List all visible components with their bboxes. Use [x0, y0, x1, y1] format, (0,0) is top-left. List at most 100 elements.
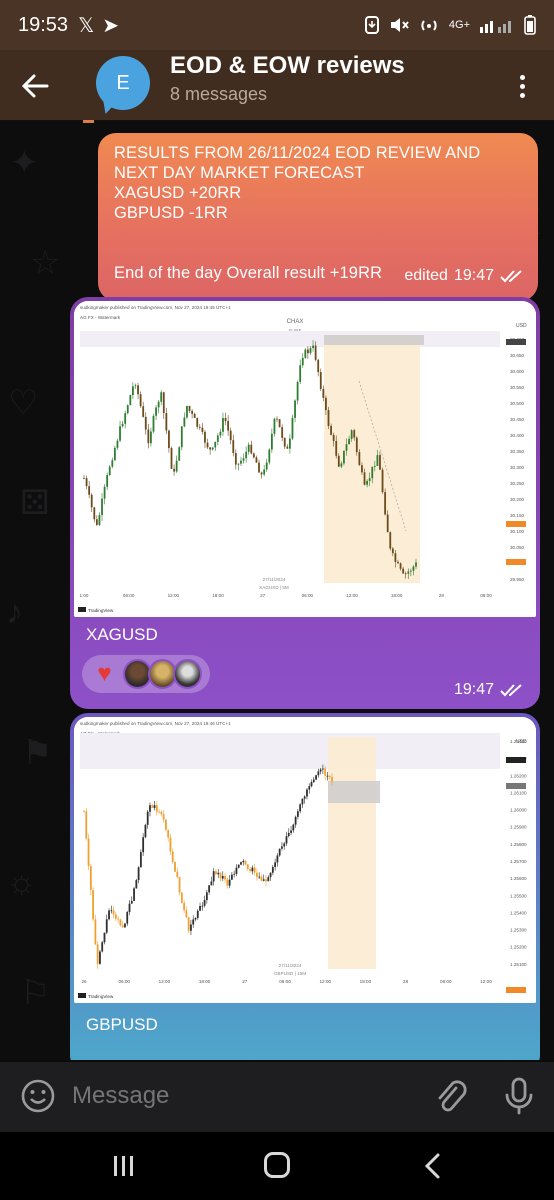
chart-x-tick: 27: [260, 593, 266, 598]
chart-price-tag: [506, 757, 526, 763]
chart-candle: [325, 397, 327, 411]
chart-x-tick: 18:00: [391, 593, 403, 598]
chart-candle: [108, 466, 111, 475]
chart-candle: [217, 872, 220, 875]
chart-candle: [212, 871, 215, 882]
dot-icon: [519, 74, 525, 80]
chart-candle: [319, 372, 322, 389]
chart-candle: [287, 832, 290, 837]
chart-image-xagusd[interactable]: sudkingmaker published on TradingView.co…: [74, 301, 536, 617]
chart-candle: [322, 388, 325, 398]
doodle-heart-icon: ♡: [8, 384, 39, 422]
chart-candle: [85, 811, 88, 839]
chart-candle: [402, 568, 405, 574]
microphone-button[interactable]: [502, 1076, 536, 1116]
chart-candle: [101, 942, 104, 952]
recent-apps-button[interactable]: [112, 1154, 136, 1178]
chart-candle: [203, 900, 206, 906]
chart-y-tick: 30.250: [510, 481, 524, 486]
chart-candle: [294, 400, 296, 418]
chart-y-tick: 30.550: [510, 385, 524, 390]
status-bar: 19:53 𝕏 ➤ 4G+: [0, 0, 554, 50]
chart-candle: [224, 875, 226, 880]
chart-price-tag: [506, 783, 526, 789]
chart-x-tick: 18:00: [212, 593, 224, 598]
chart-x-tick: 28: [439, 593, 445, 598]
message-bubble-media-gbpusd[interactable]: sudkingmaker published on TradingView.co…: [70, 713, 540, 1060]
chart-x-tick: 12:00: [319, 979, 331, 984]
chart-footer-symbol: GBPUSD | 15M: [274, 971, 306, 976]
chat-title: EOD & EOW reviews: [170, 52, 405, 79]
chart-candle: [88, 486, 91, 495]
chart-candle: [262, 879, 265, 881]
chart-candle: [114, 914, 117, 919]
chart-candle: [337, 455, 340, 467]
more-options-button[interactable]: [504, 68, 540, 104]
chart-stop-zone: [328, 781, 380, 803]
doodle-dice-icon: ⚄: [20, 484, 50, 522]
chart-candle: [244, 860, 247, 865]
double-check-icon: [500, 270, 522, 283]
chart-y-tick: 1.26100: [510, 790, 527, 795]
nav-back-button[interactable]: [420, 1152, 446, 1180]
chart-y-tick: 1.26400: [510, 739, 527, 744]
channel-avatar[interactable]: E: [96, 56, 154, 116]
chart-candle: [345, 444, 348, 451]
chat-header: E EOD & EOW reviews 8 messages: [0, 50, 554, 122]
chart-candle: [260, 876, 263, 881]
home-button[interactable]: [264, 1152, 290, 1178]
chart-footer-date: 27/11/2024: [279, 963, 302, 968]
chart-candle: [113, 447, 116, 461]
chart-candle: [373, 465, 376, 467]
chart-candle: [299, 804, 302, 812]
chart-candle: [165, 819, 167, 830]
chart-y-tick: 1.25100: [510, 962, 527, 967]
chart-candle: [389, 532, 392, 549]
chart-candle: [253, 867, 256, 873]
chart-x-tick: 28: [403, 979, 409, 984]
chart-candle: [208, 885, 211, 893]
chat-title-block[interactable]: EOD & EOW reviews 8 messages: [170, 52, 405, 105]
chart-x-tick: 12:00: [159, 979, 171, 984]
chart-image-gbpusd[interactable]: sudkingmaker published on TradingView.co…: [74, 717, 536, 1003]
chat-subtitle: 8 messages: [170, 84, 268, 104]
reactions-bar[interactable]: ♥: [82, 655, 210, 693]
chart-y-tick: 1.25400: [510, 910, 527, 915]
chart-candle: [87, 838, 90, 867]
chart-candle: [155, 407, 157, 416]
chart-candle: [274, 862, 277, 868]
chart-candle: [234, 453, 237, 465]
chart-candle: [162, 814, 165, 820]
chart-candle: [149, 805, 151, 812]
chart-candle: [168, 430, 170, 449]
chart-candle: [135, 880, 138, 889]
dot-icon: [519, 83, 525, 89]
chat-area[interactable]: ✦ ☆ ♡ ⚄ ♪ ⚑ ☼ ⚐ ☾ RESULTS FROM 26/11/202…: [0, 123, 554, 1060]
chart-candle: [191, 410, 193, 414]
chart-candle: [158, 811, 160, 813]
chart-candle: [228, 879, 231, 886]
chart-candle: [276, 855, 279, 863]
chart-candle: [397, 561, 399, 564]
chart-candle: [315, 775, 317, 780]
chart-candle: [271, 867, 274, 873]
chart-brand: TradingView: [88, 608, 114, 613]
chart-trade-zone: [328, 737, 376, 969]
chart-candle: [237, 864, 240, 868]
chart-y-tick: 30.600: [510, 369, 524, 374]
back-button[interactable]: [0, 50, 70, 122]
message-bubble-text[interactable]: RESULTS FROM 26/11/2024 EOD REVIEW AND N…: [98, 133, 538, 301]
chart-x-tick: 26: [81, 979, 87, 984]
chart-candle: [103, 932, 106, 943]
chart-y-tick: 1.26000: [510, 808, 527, 813]
attach-button[interactable]: [432, 1076, 468, 1116]
message-input[interactable]: [72, 1076, 392, 1116]
chart-candle: [301, 798, 304, 805]
chart-candle: [324, 768, 327, 776]
chart-x-tick: 06:00: [279, 979, 291, 984]
message-bubble-media-xagusd[interactable]: sudkingmaker published on TradingView.co…: [70, 297, 540, 709]
chart-candle: [99, 951, 101, 964]
emoji-button[interactable]: [20, 1078, 56, 1114]
chart-candle: [121, 925, 124, 928]
chart-candle: [340, 463, 343, 467]
